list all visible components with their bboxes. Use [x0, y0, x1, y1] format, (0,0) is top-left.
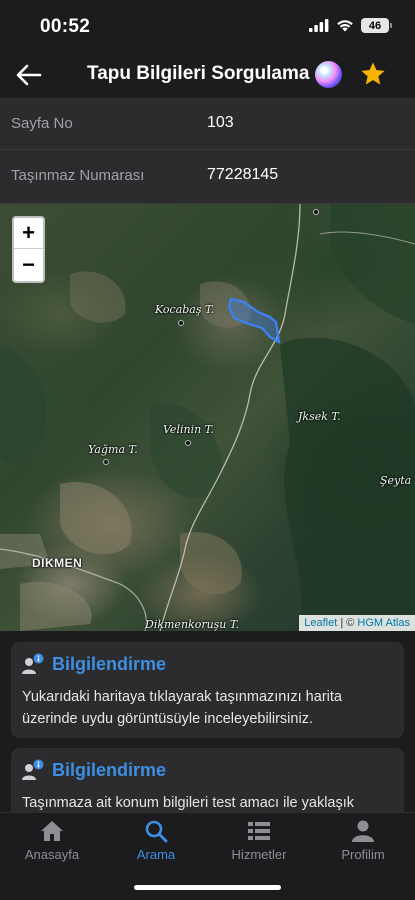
card-text: Taşınmaza ait konum bilgileri test amacı…: [22, 795, 355, 811]
wifi-icon: [337, 20, 353, 32]
info-value: 103: [207, 114, 234, 131]
map-point: [185, 440, 191, 446]
user-info-icon: [22, 759, 44, 780]
map-label: Şeyta: [380, 474, 412, 487]
zoom-out-button[interactable]: −: [14, 249, 43, 280]
tab-profilim[interactable]: Profilim: [318, 819, 408, 862]
status-bar: 00:52 46: [0, 0, 415, 52]
battery-indicator: 46: [361, 18, 392, 33]
card-title: Bilgilendirme: [52, 759, 167, 780]
map-label: Yağma T.: [88, 443, 138, 456]
card-title: Bilgilendirme: [52, 653, 167, 674]
map-label: Velinin T.: [163, 423, 214, 436]
info-card: Bilgilendirme Yukarıdaki haritaya tıklay…: [11, 642, 404, 738]
tab-hizmetler[interactable]: Hizmetler: [214, 819, 304, 862]
back-button[interactable]: [14, 61, 44, 89]
info-label: Taşınmaz Numarası: [11, 167, 145, 184]
zoom-control: + −: [12, 216, 45, 283]
favorite-button[interactable]: [359, 60, 387, 88]
tab-label: Hizmetler: [231, 847, 287, 862]
home-icon: [41, 821, 63, 841]
map-label: DIKMEN: [32, 556, 83, 570]
tab-label: Arama: [136, 847, 176, 862]
map-attribution: Leaflet | © HGM Atlas: [299, 615, 415, 631]
map-point: [313, 209, 319, 215]
map-point: [103, 459, 109, 465]
hgm-atlas-link[interactable]: HGM Atlas: [357, 617, 410, 629]
person-icon: [352, 820, 374, 842]
card-header: Bilgilendirme: [21, 759, 166, 781]
page-title: Tapu Bilgileri Sorgulama: [87, 63, 310, 84]
user-info-icon: [22, 653, 44, 674]
signal-icon: [309, 19, 329, 32]
leaflet-link[interactable]: Leaflet: [304, 617, 337, 629]
map-label: Dikmenkoruşu T.: [145, 618, 240, 631]
info-row-sayfa-no: Sayfa No 103: [0, 98, 415, 150]
attribution-separator: | ©: [337, 617, 358, 629]
tab-label: Anasayfa: [24, 847, 80, 862]
search-icon: [145, 820, 168, 843]
map-label: Jksek T.: [298, 410, 341, 423]
zoom-in-button[interactable]: +: [14, 218, 43, 249]
star-icon: [361, 62, 385, 85]
status-icons: 46: [309, 18, 392, 33]
list-icon: [248, 822, 270, 840]
tab-label: Profilim: [341, 847, 385, 862]
tab-arama[interactable]: Arama: [111, 819, 201, 862]
siri-icon[interactable]: [315, 61, 342, 88]
map-point: [178, 320, 184, 326]
navigation-bar: Tapu Bilgileri Sorgulama: [0, 52, 415, 98]
tab-anasayfa[interactable]: Anasayfa: [7, 819, 97, 862]
back-arrow-icon: [16, 64, 42, 86]
info-label: Sayfa No: [11, 115, 73, 132]
info-row-tasinmaz-numarasi: Taşınmaz Numarası 77228145: [0, 150, 415, 204]
status-time: 00:52: [40, 16, 91, 37]
card-header: Bilgilendirme: [21, 653, 166, 675]
info-value: 77228145: [207, 166, 279, 183]
map-label: Kocabaş T.: [155, 303, 215, 316]
card-text: Yukarıdaki haritaya tıklayarak taşınmazı…: [22, 689, 342, 727]
home-indicator[interactable]: [134, 885, 281, 890]
satellite-map[interactable]: + − Kocabaş T. Jksek T. Velinin T. Yağma…: [0, 204, 415, 631]
